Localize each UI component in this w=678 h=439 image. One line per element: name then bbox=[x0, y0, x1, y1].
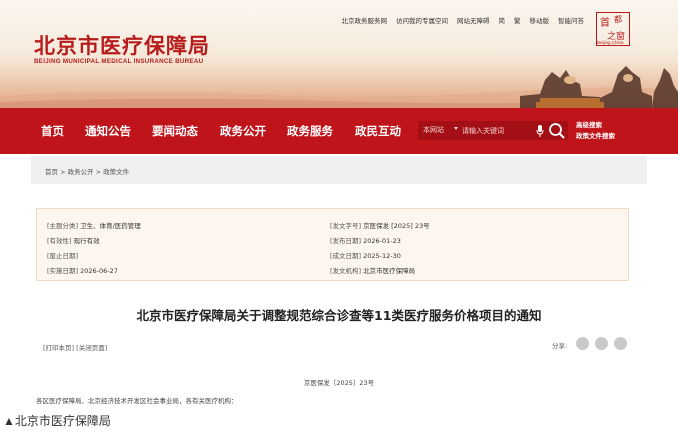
top-links: 北京政务服务网 访问我的专属空间 网站无障碍 简 繁 移动版 智能问答 bbox=[342, 15, 585, 25]
meta-effective-date: [实施日期] 2026-06-27 bbox=[47, 267, 118, 275]
top-link-mobile[interactable]: 移动版 bbox=[530, 15, 550, 25]
close-page-button[interactable]: [关闭页面] bbox=[76, 344, 107, 352]
top-link-gov-service[interactable]: 北京政务服务网 bbox=[342, 15, 388, 25]
document-metadata-box: [主题分类] 卫生、体育/医药管理 [有效性] 现行有效 [废止日期] [实施日期]… bbox=[36, 208, 629, 281]
nav-notices[interactable]: 通知公告 bbox=[85, 123, 131, 139]
meta-validity: [有效性] 现行有效 bbox=[47, 237, 100, 245]
meta-topic: [主题分类] 卫生、体育/医药管理 bbox=[47, 222, 141, 230]
nav-home[interactable]: 首页 bbox=[41, 123, 64, 139]
wechat-share-icon[interactable] bbox=[576, 337, 589, 350]
breadcrumb[interactable]: 首页 > 政务公开 > 政策文件 bbox=[45, 166, 129, 176]
article-title: 北京市医疗保障局关于调整规范综合诊查等11类医疗服务价格项目的通知 bbox=[136, 308, 542, 323]
site-logo-subtitle: BEIJING MUNICIPAL MEDICAL INSURANCE BURE… bbox=[34, 58, 204, 65]
breadcrumb-bar: 首页 > 政务公开 > 政策文件 bbox=[31, 156, 647, 184]
print-button[interactable]: [打印本页] bbox=[43, 344, 74, 352]
nav-gov-affairs[interactable]: 政务公开 bbox=[220, 123, 266, 139]
seal-subtitle: Beijing.China bbox=[597, 40, 624, 45]
top-link-accessibility[interactable]: 网站无障碍 bbox=[457, 15, 490, 25]
microphone-icon[interactable] bbox=[536, 125, 544, 137]
chevron-down-icon[interactable] bbox=[454, 127, 458, 130]
meta-issuer: [发文机构] 北京市医疗保障局 bbox=[330, 267, 416, 275]
header-banner: 北京市医疗保障局 BEIJING MUNICIPAL MEDICAL INSUR… bbox=[0, 0, 678, 108]
weibo-share-icon[interactable] bbox=[595, 337, 608, 350]
top-link-traditional[interactable]: 繁 bbox=[514, 15, 521, 25]
advanced-search-link[interactable]: 高级搜索 bbox=[576, 120, 615, 131]
advanced-search-links: 高级搜索 政策文件搜索 bbox=[576, 120, 615, 142]
meta-publish-date: [发布日期] 2026-01-23 bbox=[330, 237, 401, 245]
nav-news[interactable]: 要闻动态 bbox=[152, 123, 198, 139]
search-box: 本网站 bbox=[418, 121, 568, 140]
image-credit: ▲北京市医疗保障局 bbox=[3, 414, 111, 428]
document-number: 京医保发〔2025〕23号 bbox=[303, 379, 375, 387]
favorite-share-icon[interactable] bbox=[614, 337, 627, 350]
seal-char-2: 都 bbox=[614, 15, 622, 24]
search-input[interactable] bbox=[462, 124, 542, 137]
meta-abolish-date: [废止日期] bbox=[47, 252, 79, 260]
top-link-qa[interactable]: 智能问答 bbox=[558, 15, 584, 25]
document-recipients: 各区医疗保障局、北京经济技术开发区社会事业局，各有关医疗机构： bbox=[36, 397, 238, 405]
seal-char-1: 首 bbox=[600, 18, 610, 29]
search-scope-select[interactable]: 本网站 bbox=[423, 125, 444, 135]
search-icon[interactable] bbox=[548, 122, 566, 140]
share-label: 分享: bbox=[552, 342, 568, 350]
policy-search-link[interactable]: 政策文件搜索 bbox=[576, 131, 615, 142]
meta-doc-number: [发文字号] 京医保发 [2025] 23号 bbox=[330, 222, 430, 230]
top-link-my-space[interactable]: 访问我的专属空间 bbox=[396, 15, 448, 25]
meta-written-date: [成文日期] 2025-12-30 bbox=[330, 252, 401, 260]
nav-interaction[interactable]: 政民互动 bbox=[355, 123, 401, 139]
site-logo-title[interactable]: 北京市医疗保障局 bbox=[34, 30, 210, 60]
top-link-simplified[interactable]: 简 bbox=[499, 15, 506, 25]
nav-services[interactable]: 政务服务 bbox=[287, 123, 333, 139]
article-tools: [打印本页] [关闭页面] bbox=[43, 342, 107, 352]
